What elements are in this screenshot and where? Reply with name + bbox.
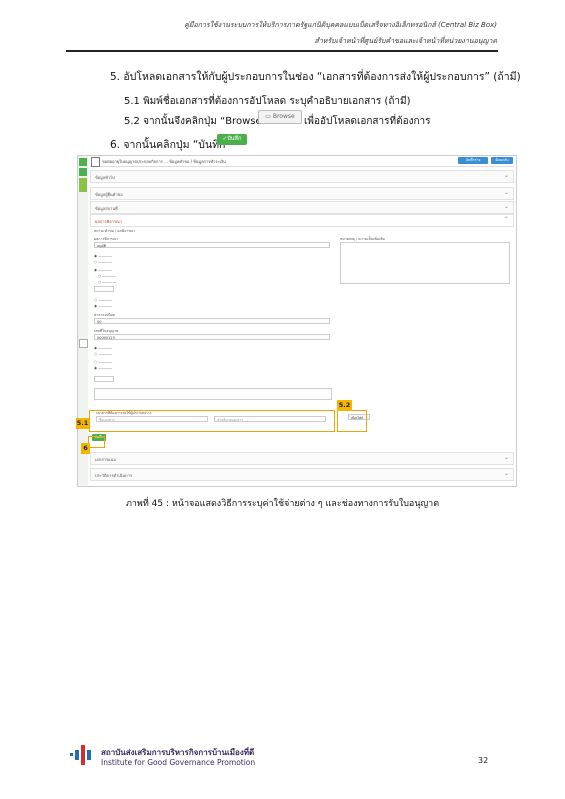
result-select[interactable]: อนุมัติ	[94, 242, 330, 248]
highlight-browse	[337, 410, 367, 432]
small-input[interactable]	[94, 286, 114, 292]
note-textarea[interactable]	[340, 242, 510, 284]
step-5-2-continued: เพื่ออัปโหลดเอกสารที่ต้องการ	[304, 116, 431, 127]
step-5: 5. อัปโหลดเอกสารให้กับผู้ประกอบการในช่อง…	[110, 71, 521, 83]
step-6: 6. จากนั้นคลิกปุ่ม “บันทึก”	[110, 139, 231, 151]
radio-option[interactable]: ○ ————	[94, 298, 112, 302]
org-name-english: Institute for Good Governance Promotion	[101, 758, 256, 767]
header-subtitle: สำหรับเจ้าหน้าที่ศูนย์รับคำขอและเจ้าหน้า…	[314, 37, 497, 45]
document-icon	[91, 157, 100, 167]
chevron-down-icon: ⌄	[503, 454, 509, 461]
title-bar: ขอต่ออายุใบอนุญาตประกอบกิจการ ... ข้อมูล…	[90, 156, 514, 167]
fee-input[interactable]: 00	[94, 318, 330, 324]
status-label: สถานะคำขอ / ผลพิจารณา	[94, 229, 136, 233]
highlight-doc-inputs	[89, 410, 335, 432]
highlight-save	[88, 436, 105, 448]
section-applicant[interactable]: ข้อมูลผู้ยื่นคำขอ ⌄	[90, 187, 514, 200]
side-strip	[78, 156, 88, 486]
section-general[interactable]: ข้อมูลทั่วไป ⌄	[90, 170, 514, 183]
radio-option[interactable]: ◉ ————	[94, 254, 112, 258]
screen-title: ขอต่ออายุใบอนุญาตประกอบกิจการ ... ข้อมูล…	[102, 159, 226, 164]
figure-caption: ภาพที่ 45 : หน้าจอแสดงวิธีการระบุค่าใช้จ…	[125, 499, 440, 509]
section-history[interactable]: ประวัติการดำเนินการ ⌄	[90, 468, 514, 481]
step-5-1: 5.1 พิมพ์ชื่อเอกสารที่ต้องการอัปโหลด ระบ…	[124, 96, 411, 107]
side-button[interactable]	[79, 178, 87, 192]
section-attachments[interactable]: เอกสารแนบ ⌄	[90, 452, 514, 465]
side-button[interactable]	[79, 158, 87, 166]
save-draft-button[interactable]: บันทึกร่าง	[458, 157, 488, 164]
chevron-up-icon: ⌃	[503, 216, 509, 223]
folder-icon: ▭	[265, 113, 273, 120]
callout-6: 6	[81, 443, 90, 454]
radio-option[interactable]: ○ ————	[94, 360, 112, 364]
header-title: คู่มือการใช้งานระบบการให้บริการภาครัฐแก่…	[184, 21, 497, 29]
description-textarea[interactable]	[94, 388, 332, 400]
side-button[interactable]	[79, 168, 87, 176]
chevron-down-icon: ⌄	[503, 189, 509, 196]
radio-option[interactable]: ◉ ————	[94, 346, 112, 350]
step-5-2: 5.2 จากนั้นจึงคลิกปุ่ม “Browse”	[124, 116, 267, 127]
callout-5-2: 5.2	[337, 400, 352, 411]
small-input[interactable]	[94, 376, 114, 382]
page-number: 32	[478, 756, 489, 765]
section-location[interactable]: ข้อมูลสถานที่ ⌄	[90, 201, 514, 214]
radio-option[interactable]: ○ ————	[98, 280, 116, 284]
license-input[interactable]: 00000123	[94, 334, 330, 340]
side-checkbox[interactable]	[79, 339, 88, 348]
radio-option[interactable]: ○ ————	[94, 352, 112, 356]
save-button-sample: ✓บันทึก	[217, 134, 247, 145]
radio-option[interactable]: ◉ ————	[94, 366, 112, 370]
header-rule	[66, 50, 498, 52]
chevron-down-icon: ⌄	[503, 172, 509, 179]
embedded-screenshot: ขอต่ออายุใบอนุญาตประกอบกิจการ ... ข้อมูล…	[77, 155, 517, 487]
callout-5-1: 5.1	[76, 418, 89, 429]
chevron-down-icon: ⌄	[503, 470, 509, 477]
radio-option[interactable]: ○ ————	[94, 260, 112, 264]
browse-button-sample: ▭ Browse	[258, 110, 302, 124]
radio-option[interactable]: ○ ————	[98, 274, 116, 278]
chevron-down-icon: ⌄	[503, 203, 509, 210]
radio-option[interactable]: ◉ ————	[94, 268, 112, 272]
institute-logo	[70, 745, 91, 765]
radio-option[interactable]: ◉ ————	[94, 304, 112, 308]
back-button[interactable]: ย้อนกลับ	[491, 157, 513, 164]
